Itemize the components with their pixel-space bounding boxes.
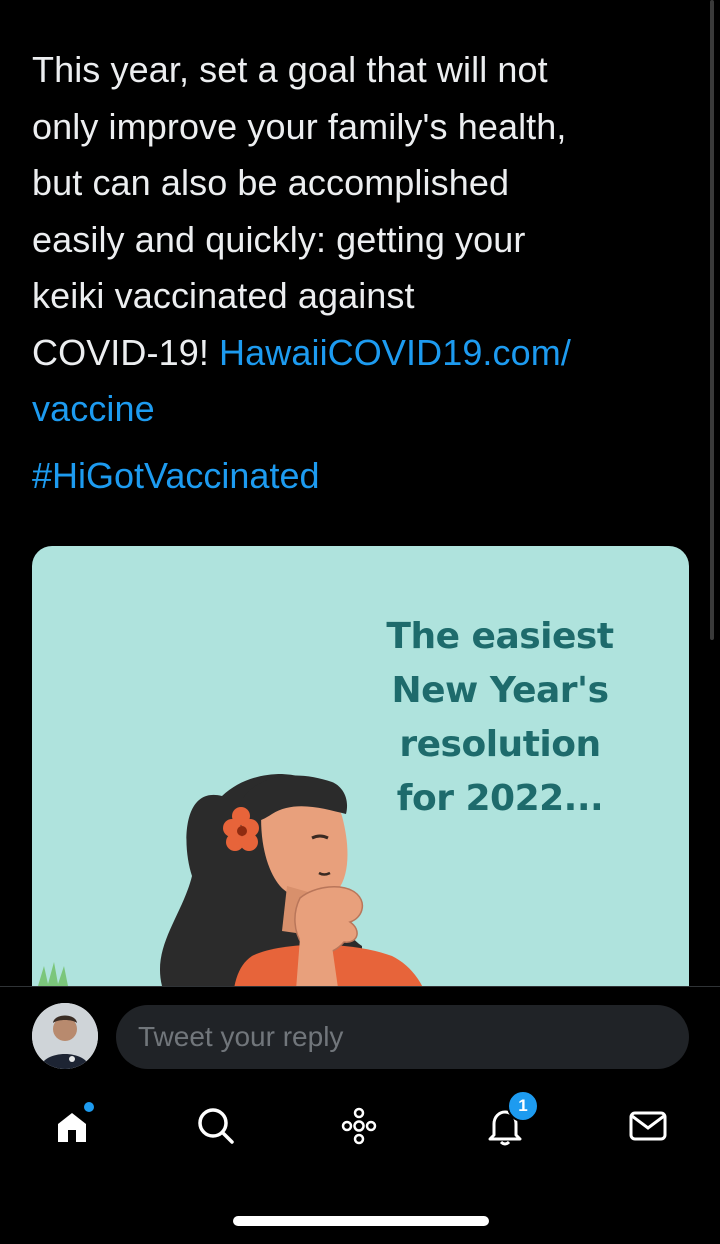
search-icon	[198, 1108, 234, 1144]
tweet-line: keiki vaccinated against	[32, 275, 415, 316]
mail-icon	[629, 1111, 667, 1141]
tweet-line: This year, set a goal that will not	[32, 49, 548, 90]
tab-home[interactable]	[44, 1098, 100, 1154]
spaces-icon	[341, 1107, 377, 1145]
headline-line: The easiest	[386, 616, 614, 657]
tweet-line: easily and quickly: getting your	[32, 218, 526, 260]
reply-bar	[0, 986, 720, 1079]
media-headline: The easiest New Year's resolution for 20…	[350, 610, 650, 826]
tab-search[interactable]	[188, 1098, 244, 1154]
headline-line: for 2022...	[396, 778, 604, 819]
vaccine-link-continued[interactable]: vaccine	[32, 381, 692, 438]
notification-badge: 1	[507, 1090, 539, 1122]
tab-spaces[interactable]	[331, 1098, 387, 1154]
tab-messages[interactable]	[620, 1098, 676, 1154]
headline-line: New Year's	[391, 670, 609, 711]
tweet-text: This year, set a goal that will not only…	[32, 42, 692, 438]
home-icon	[58, 1113, 86, 1142]
tweet-media-image[interactable]: The easiest New Year's resolution for 20…	[32, 546, 689, 1016]
tab-notifications[interactable]: 1	[477, 1090, 539, 1154]
tweet-line: only improve your family's health,	[32, 105, 567, 147]
vaccine-link[interactable]: HawaiiCOVID19.com/	[219, 332, 571, 373]
tweet-line-with-link: COVID-19! HawaiiCOVID19.com/	[32, 325, 692, 382]
tweet-line: COVID-19!	[32, 331, 220, 373]
tweet-line: but can also be accomplished	[32, 162, 510, 203]
home-indicator	[233, 1216, 489, 1226]
grass-decoration	[38, 962, 68, 986]
new-content-dot	[84, 1102, 94, 1112]
avatar[interactable]	[32, 1003, 98, 1069]
headline-line: resolution	[399, 724, 601, 765]
scroll-indicator	[710, 0, 714, 640]
hashtag-link[interactable]: #HiGotVaccinated	[32, 448, 320, 504]
avatar-person-icon	[32, 1003, 98, 1069]
reply-input[interactable]	[116, 1005, 689, 1069]
